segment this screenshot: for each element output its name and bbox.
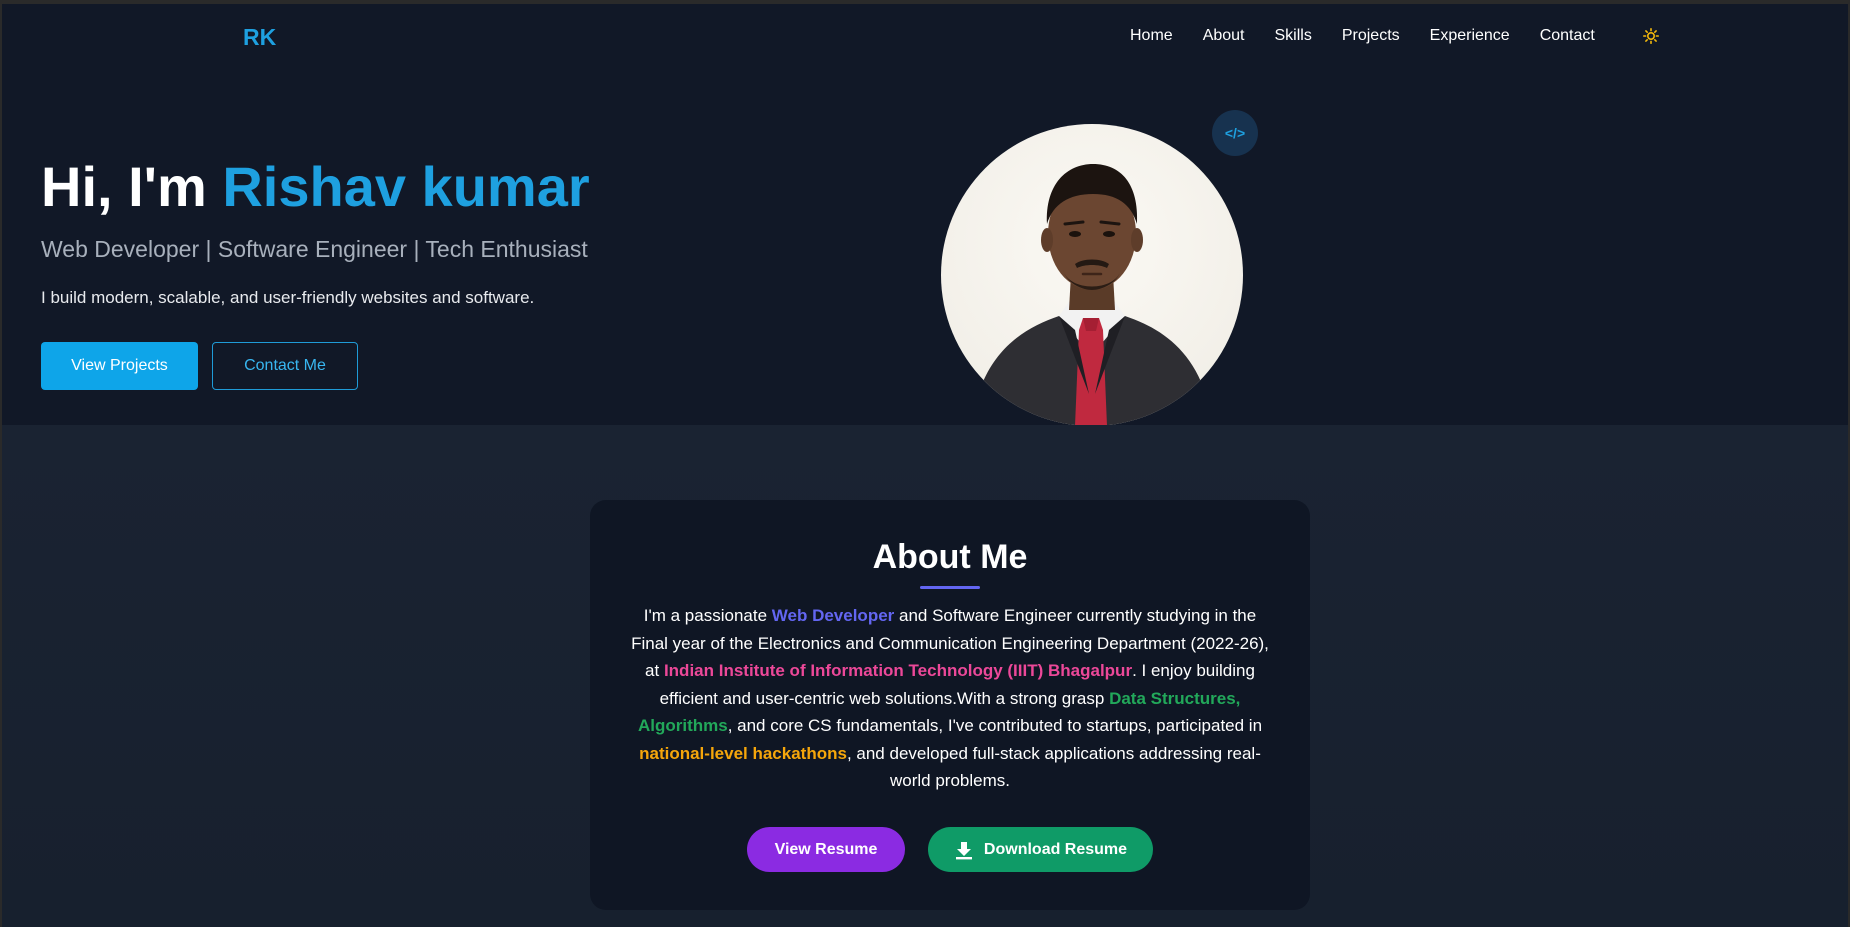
highlight-institute: Indian Institute of Information Technolo… xyxy=(663,661,1133,680)
code-icon: </> xyxy=(1224,125,1246,141)
about-title: About Me xyxy=(872,538,1028,576)
about-paragraph: I'm a passionate Web Developer and Softw… xyxy=(626,602,1274,795)
sun-icon xyxy=(1642,28,1659,44)
profile-photo xyxy=(941,124,1243,426)
page: RK Home About Skills Projects Experience… xyxy=(2,4,1848,927)
download-resume-button[interactable]: Download Resume xyxy=(928,827,1153,872)
about-card: About Me I'm a passionate Web Developer … xyxy=(590,500,1310,910)
about-text-part: , and core CS fundamentals, I've contrib… xyxy=(727,716,1263,735)
logo[interactable]: RK xyxy=(243,24,276,51)
nav-link-projects[interactable]: Projects xyxy=(1342,27,1400,45)
hero-section: RK Home About Skills Projects Experience… xyxy=(2,4,1848,426)
highlight-hackathons: national-level hackathons xyxy=(639,743,847,763)
profile-portrait-image xyxy=(971,164,1213,426)
main-nav: Home About Skills Projects Experience Co… xyxy=(1130,26,1661,46)
nav-link-experience[interactable]: Experience xyxy=(1430,27,1510,45)
view-projects-button[interactable]: View Projects xyxy=(41,342,198,390)
nav-link-home[interactable]: Home xyxy=(1130,27,1173,45)
theme-toggle-button[interactable] xyxy=(1641,26,1661,46)
nav-link-contact[interactable]: Contact xyxy=(1540,27,1595,45)
download-icon xyxy=(955,841,972,859)
about-title-underline xyxy=(920,586,980,589)
highlight-web-developer: Web Developer xyxy=(771,606,895,625)
hero-description: I build modern, scalable, and user-frien… xyxy=(41,288,535,307)
hero-name: Rishav kumar xyxy=(222,155,590,218)
nav-link-about[interactable]: About xyxy=(1203,27,1245,45)
about-text-part: , and developed full-stack applications … xyxy=(846,743,1261,791)
hero-subtitle: Web Developer | Software Engineer | Tech… xyxy=(41,236,588,262)
view-resume-button[interactable]: View Resume xyxy=(747,827,905,872)
hero-heading: Hi, I'm Rishav kumar xyxy=(41,154,590,219)
code-badge: </> xyxy=(1212,110,1258,156)
hero-greeting: Hi, I'm xyxy=(41,155,207,218)
nav-link-skills[interactable]: Skills xyxy=(1275,27,1312,45)
contact-me-button[interactable]: Contact Me xyxy=(212,342,358,390)
download-resume-label: Download Resume xyxy=(983,840,1128,858)
about-text-part: I'm a passionate xyxy=(643,606,772,625)
